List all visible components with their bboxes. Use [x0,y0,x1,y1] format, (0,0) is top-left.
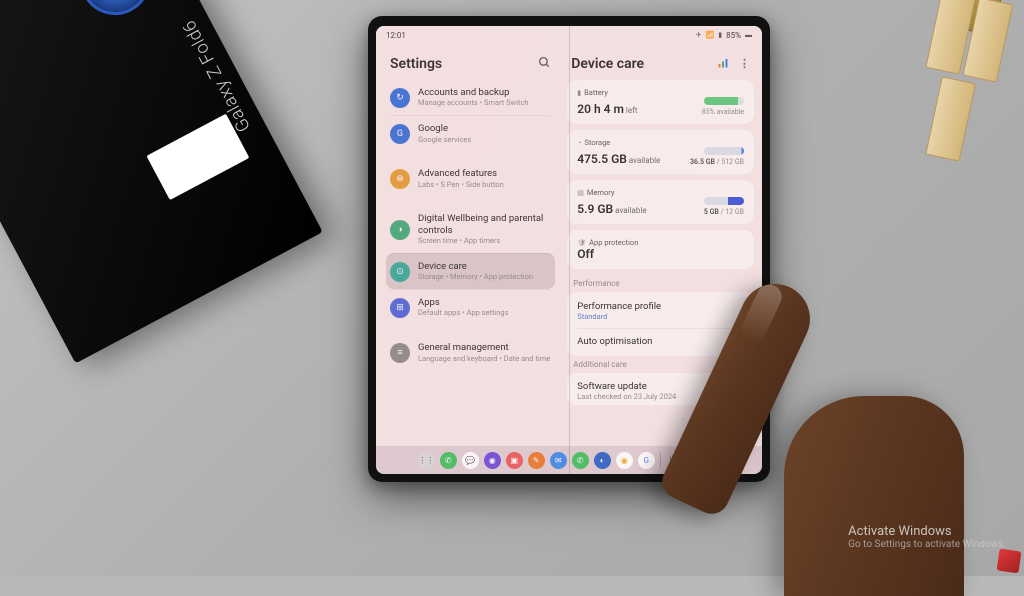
setting-item-sub: Labs • S Pen • Side button [418,180,551,190]
dock-chat-icon[interactable]: 💬 [462,452,479,469]
storage-pill [704,147,744,155]
additional-care-header: Additional care [567,356,754,373]
tablet-frame: 12:01 ✈ 📶 ▮ 85% ▬ Settings ↻ Accounts and… [368,16,770,482]
search-icon[interactable] [538,56,551,72]
setting-item-sub: Default apps • App settings [418,308,551,318]
battery-pill [704,97,744,105]
dock-apps-drawer-icon[interactable]: ⋮⋮ [418,452,435,469]
status-bar: 12:01 ✈ 📶 ▮ 85% ▬ [376,26,762,44]
sidebar-item-general-management[interactable]: ≡ General managementLanguage and keyboard… [386,335,555,370]
nav-recent-icon[interactable]: ||| [665,455,680,465]
digital-wellbeing-icon: ◑ [390,220,410,240]
apps-icon: ⊞ [390,298,410,318]
google-icon: G [390,124,410,144]
memory-pill [704,197,744,205]
storage-card[interactable]: ◔Storage 475.5 GBavailable 36.5 GB / 512… [567,130,754,174]
battery-icon: ▬ [745,31,752,39]
setting-item-title: Advanced features [418,168,551,179]
setting-item-sub: Google services [418,135,551,145]
battery-small-icon: ▮ [577,89,581,97]
memory-card[interactable]: ▤Memory 5.9 GBavailable 5 GB / 12 GB [567,180,754,224]
setting-item-title: Apps [418,297,551,308]
dock-chrome-icon[interactable]: ◉ [616,452,633,469]
sidebar-item-accounts-backup[interactable]: ↻ Accounts and backupManage accounts • Sm… [386,80,555,115]
app-dock: ⋮⋮ ✆ 💬 ◉ ▣ ✎ ✉ ✆ ◐ ◉ G ||| ○ 〈 [376,446,762,474]
setting-item-title: General management [418,342,551,353]
sidebar-item-digital-wellbeing[interactable]: ◑ Digital Wellbeing and parental controls… [386,206,555,253]
battery-card[interactable]: ▮Battery 20 h 4 mleft 85% available [567,80,754,124]
storage-small-icon: ◔ [577,139,581,147]
setting-item-sub: Storage • Memory • App protection [418,272,551,282]
advanced-features-icon: ⊕ [390,169,410,189]
status-time: 12:01 [386,31,406,40]
dock-browser-icon[interactable]: ◉ [484,452,501,469]
setting-item-sub: Manage accounts • Smart Switch [418,98,551,108]
nav-home-icon[interactable]: ○ [685,455,698,466]
performance-header: Performance [567,275,754,292]
device-care-icon: ⊙ [390,262,410,282]
signal-icon: ▮ [718,31,722,39]
setting-item-sub: Screen time • App timers [418,236,551,246]
sidebar-item-device-care[interactable]: ⊙ Device careStorage • Memory • App prote… [386,253,555,289]
auto-optimisation-row[interactable]: Auto optimisation [577,335,744,348]
sidebar-item-google[interactable]: G GoogleGoogle services [386,115,555,151]
dock-outlook-icon[interactable]: ◐ [594,452,611,469]
chart-icon[interactable] [717,57,729,72]
setting-item-title: Accounts and backup [418,87,551,98]
windows-watermark: Activate Windows Go to Settings to activ… [848,524,1006,550]
sidebar-item-apps[interactable]: ⊞ AppsDefault apps • App settings [386,289,555,325]
memory-small-icon: ▤ [577,189,584,197]
tablet-screen: 12:01 ✈ 📶 ▮ 85% ▬ Settings ↻ Accounts and… [376,26,762,474]
setting-item-title: Digital Wellbeing and parental controls [418,213,551,236]
sidebar-item-advanced-features[interactable]: ⊕ Advanced featuresLabs • S Pen • Side bu… [386,161,555,196]
dock-messages-icon[interactable]: ✉ [550,452,567,469]
red-corner-badge [997,549,1022,574]
app-protection-card[interactable]: 🛡App protection Off [567,230,754,269]
performance-profile-row[interactable]: Performance profile Standard [577,300,744,322]
wifi-icon: 📶 [706,31,715,39]
setting-item-title: Device care [418,261,551,272]
performance-card: Performance profile Standard Auto optimi… [567,292,754,356]
settings-panel: Settings ↻ Accounts and backupManage acco… [376,44,561,446]
device-care-title: Device care [571,56,644,72]
dock-note-icon[interactable]: ✎ [528,452,545,469]
dock-phone-icon[interactable]: ✆ [440,452,457,469]
general-management-icon: ≡ [390,343,410,363]
more-icon[interactable]: ⋮ [739,57,750,72]
setting-item-sub: Language and keyboard • Date and time [418,354,551,364]
airplane-icon: ✈ [696,31,702,39]
shield-icon: 🛡 [577,239,586,247]
setting-item-title: Google [418,123,551,134]
dock-gallery-icon[interactable]: ▣ [506,452,523,469]
battery-percent: 85% [726,31,741,40]
accounts-backup-icon: ↻ [390,88,410,108]
settings-title: Settings [390,56,442,72]
device-care-panel: Device care ⋮ ▮Battery 20 h 4 mleft [561,44,762,446]
nav-back-icon[interactable]: 〈 [703,454,720,467]
dock-google-icon[interactable]: G [638,452,655,469]
dock-whatsapp-icon[interactable]: ✆ [572,452,589,469]
box-logo-icon [68,0,163,27]
software-update-card[interactable]: Software update Last checked on 23 July … [567,373,754,405]
